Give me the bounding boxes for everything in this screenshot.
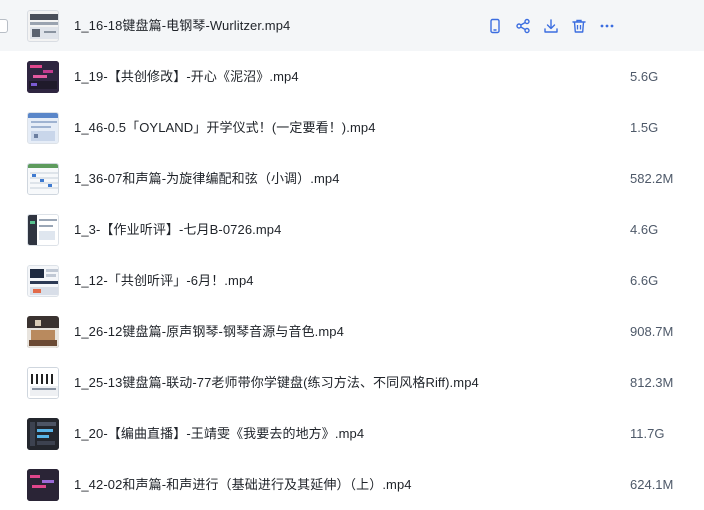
- video-thumbnail[interactable]: [27, 112, 59, 144]
- video-thumbnail[interactable]: [27, 316, 59, 348]
- file-size: 1.5G: [630, 120, 659, 135]
- delete-icon: [572, 19, 586, 33]
- file-name[interactable]: 1_20-【编曲直播】-王靖雯《我要去的地方》.mp4: [74, 408, 364, 459]
- file-size: 908.7M: [630, 324, 674, 339]
- file-size: 4.6G: [630, 222, 659, 237]
- video-thumbnail[interactable]: [27, 10, 59, 42]
- download-button[interactable]: [542, 17, 560, 35]
- file-row[interactable]: 1_46-0.5「OYLAND」开学仪式！(一定要看！).mp4 1.5G: [0, 102, 704, 153]
- file-name[interactable]: 1_42-02和声篇-和声进行（基础进行及其延伸）（上）.mp4: [74, 459, 412, 510]
- phone-icon: [490, 18, 500, 34]
- file-row[interactable]: 1_42-02和声篇-和声进行（基础进行及其延伸）（上）.mp4 624.1M: [0, 459, 704, 510]
- file-size: 624.1M: [630, 477, 674, 492]
- share-icon: [516, 18, 530, 34]
- row-actions: [486, 17, 626, 35]
- file-row[interactable]: 1_12-「共创听评」-6月！.mp4 6.6G: [0, 255, 704, 306]
- file-row[interactable]: 1_26-12键盘篇-原声钢琴-钢琴音源与音色.mp4 908.7M: [0, 306, 704, 357]
- file-name[interactable]: 1_25-13键盘篇-联动-77老师带你学键盘(练习方法、不同风格Riff).m…: [74, 357, 479, 408]
- file-name[interactable]: 1_3-【作业听评】-七月B-0726.mp4: [74, 204, 281, 255]
- video-thumbnail[interactable]: [27, 61, 59, 93]
- more-icon: [600, 24, 614, 28]
- file-size: 6.6G: [630, 273, 659, 288]
- file-name[interactable]: 1_36-07和声篇-为旋律编配和弦（小调）.mp4: [74, 153, 340, 204]
- file-row[interactable]: 1_20-【编曲直播】-王靖雯《我要去的地方》.mp4 11.7G: [0, 408, 704, 459]
- open-on-phone-button[interactable]: [486, 17, 504, 35]
- file-size: 11.7G: [630, 426, 665, 441]
- video-thumbnail[interactable]: [27, 265, 59, 297]
- file-name[interactable]: 1_26-12键盘篇-原声钢琴-钢琴音源与音色.mp4: [74, 306, 344, 357]
- file-size: 5.6G: [630, 69, 659, 84]
- file-row[interactable]: 1_16-18键盘篇-电钢琴-Wurlitzer.mp4: [0, 0, 704, 51]
- file-name[interactable]: 1_46-0.5「OYLAND」开学仪式！(一定要看！).mp4: [74, 102, 376, 153]
- video-thumbnail[interactable]: [27, 163, 59, 195]
- file-name[interactable]: 1_19-【共创修改】-开心《泥沼》.mp4: [74, 51, 299, 102]
- file-list: 1_16-18键盘篇-电钢琴-Wurlitzer.mp4 1_19-【共创修改】…: [0, 0, 704, 510]
- download-icon: [544, 19, 558, 33]
- share-button[interactable]: [514, 17, 532, 35]
- video-thumbnail[interactable]: [27, 214, 59, 246]
- file-size: 812.3M: [630, 375, 674, 390]
- video-thumbnail[interactable]: [27, 418, 59, 450]
- file-row[interactable]: 1_19-【共创修改】-开心《泥沼》.mp4 5.6G: [0, 51, 704, 102]
- file-size: 582.2M: [630, 171, 674, 186]
- row-checkbox[interactable]: [0, 19, 8, 33]
- delete-button[interactable]: [570, 17, 588, 35]
- more-button[interactable]: [598, 17, 616, 35]
- video-thumbnail[interactable]: [27, 367, 59, 399]
- file-name[interactable]: 1_16-18键盘篇-电钢琴-Wurlitzer.mp4: [74, 0, 290, 51]
- video-thumbnail[interactable]: [27, 469, 59, 501]
- file-name[interactable]: 1_12-「共创听评」-6月！.mp4: [74, 255, 254, 306]
- file-row[interactable]: 1_36-07和声篇-为旋律编配和弦（小调）.mp4 582.2M: [0, 153, 704, 204]
- file-row[interactable]: 1_25-13键盘篇-联动-77老师带你学键盘(练习方法、不同风格Riff).m…: [0, 357, 704, 408]
- file-row[interactable]: 1_3-【作业听评】-七月B-0726.mp4 4.6G: [0, 204, 704, 255]
